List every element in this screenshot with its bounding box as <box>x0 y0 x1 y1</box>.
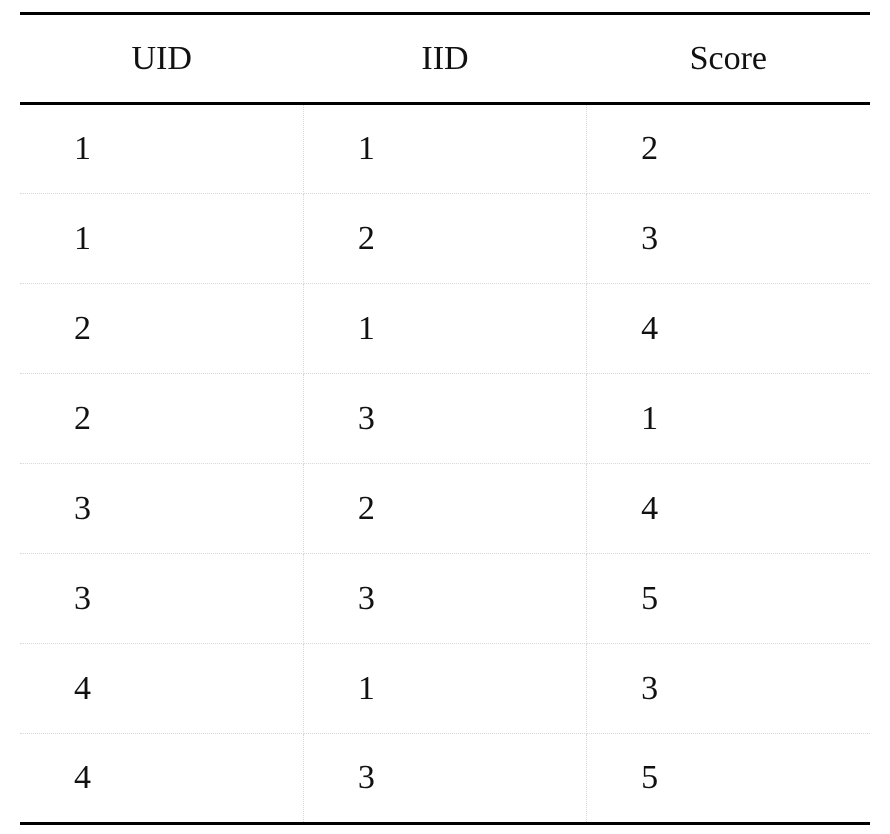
table-row: 1 1 2 <box>20 104 870 194</box>
table-header-row: UID IID Score <box>20 14 870 104</box>
cell-uid: 4 <box>20 734 303 824</box>
table-row: 1 2 3 <box>20 194 870 284</box>
table-row: 2 3 1 <box>20 374 870 464</box>
cell-score: 5 <box>587 554 870 644</box>
cell-iid: 1 <box>303 644 586 734</box>
cell-score: 2 <box>587 104 870 194</box>
cell-uid: 3 <box>20 554 303 644</box>
cell-uid: 3 <box>20 464 303 554</box>
cell-iid: 3 <box>303 554 586 644</box>
table-row: 3 3 5 <box>20 554 870 644</box>
col-header-score: Score <box>587 14 870 104</box>
data-table: UID IID Score 1 1 2 1 2 3 2 1 4 2 <box>20 12 870 825</box>
cell-iid: 2 <box>303 194 586 284</box>
cell-score: 5 <box>587 734 870 824</box>
cell-uid: 2 <box>20 374 303 464</box>
cell-score: 3 <box>587 644 870 734</box>
table-row: 4 3 5 <box>20 734 870 824</box>
table-row: 4 1 3 <box>20 644 870 734</box>
cell-score: 4 <box>587 284 870 374</box>
cell-uid: 4 <box>20 644 303 734</box>
cell-score: 1 <box>587 374 870 464</box>
col-header-uid: UID <box>20 14 303 104</box>
page: UID IID Score 1 1 2 1 2 3 2 1 4 2 <box>0 0 890 834</box>
table-row: 2 1 4 <box>20 284 870 374</box>
cell-uid: 1 <box>20 104 303 194</box>
cell-score: 3 <box>587 194 870 284</box>
cell-uid: 1 <box>20 194 303 284</box>
cell-iid: 1 <box>303 104 586 194</box>
cell-iid: 3 <box>303 374 586 464</box>
cell-iid: 3 <box>303 734 586 824</box>
table-row: 3 2 4 <box>20 464 870 554</box>
cell-iid: 2 <box>303 464 586 554</box>
cell-iid: 1 <box>303 284 586 374</box>
col-header-iid: IID <box>303 14 586 104</box>
cell-score: 4 <box>587 464 870 554</box>
cell-uid: 2 <box>20 284 303 374</box>
